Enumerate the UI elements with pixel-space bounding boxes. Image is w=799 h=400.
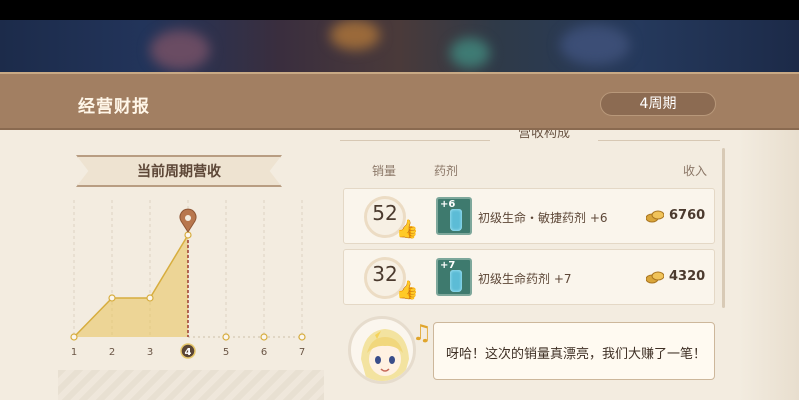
map-pin-center: [185, 215, 191, 221]
potion-icon[interactable]: +7: [436, 258, 472, 296]
column-income: 收入: [683, 164, 708, 178]
x-tick-label: 6: [261, 347, 267, 358]
data-point: [108, 294, 116, 302]
x-tick-label: 4: [185, 347, 192, 358]
x-tick-label: 2: [109, 347, 115, 358]
page-title: 经营财报: [78, 97, 150, 117]
list-scrollbar[interactable]: [722, 148, 725, 308]
income-value: 4320: [669, 269, 706, 284]
bottle-icon: [450, 209, 462, 231]
thumbs-up-icon: 👍: [396, 219, 419, 240]
revenue-chart: 1 2 3 4 5 6 7: [70, 200, 306, 359]
revenue-section-title: 营收构成: [490, 130, 598, 148]
data-point: [298, 333, 306, 341]
data-point: [222, 333, 230, 341]
period-badge: 4周期: [600, 92, 716, 116]
report-header: 经营财报 4周期: [0, 72, 799, 130]
area-fill: [74, 235, 188, 337]
list-item[interactable]: 52 👍 +6 初级生命・敏捷药剂 +6 6760: [343, 188, 715, 244]
gold-coin-icon: [646, 210, 664, 223]
column-qty: 销量: [372, 164, 397, 178]
dialog-bubble: 呀哈！这次的销量真漂亮，我们大赚了一笔！: [433, 322, 715, 380]
top-letterbox: [0, 0, 799, 20]
thumbs-up-icon: 👍: [396, 280, 419, 301]
x-tick-label: 1: [71, 347, 77, 358]
x-tick-label: 5: [223, 347, 229, 358]
potion-level: +6: [440, 199, 456, 210]
income-value: 6760: [669, 208, 706, 223]
column-potion: 药剂: [434, 164, 459, 178]
character-avatar[interactable]: [348, 316, 416, 384]
x-tick-label: 3: [147, 347, 153, 358]
x-tick-label: 7: [299, 347, 305, 358]
bottle-icon: [450, 270, 462, 292]
background-scene: [0, 20, 799, 72]
chart-title: 当前周期营收: [137, 164, 221, 180]
data-point: [70, 333, 78, 341]
data-point: [260, 333, 268, 341]
dialog-text: 呀哈！这次的销量真漂亮，我们大赚了一笔！: [446, 347, 707, 362]
data-point: [146, 294, 154, 302]
music-note-icon: ♫: [412, 321, 432, 346]
potion-name: 初级生命・敏捷药剂 +6: [478, 211, 608, 225]
potion-level: +7: [440, 260, 456, 271]
gold-coin-icon: [646, 271, 664, 284]
potion-icon[interactable]: +6: [436, 197, 472, 235]
list-item[interactable]: 32 👍 +7 初级生命药剂 +7 4320: [343, 249, 715, 305]
potion-name: 初级生命药剂 +7: [478, 272, 572, 286]
